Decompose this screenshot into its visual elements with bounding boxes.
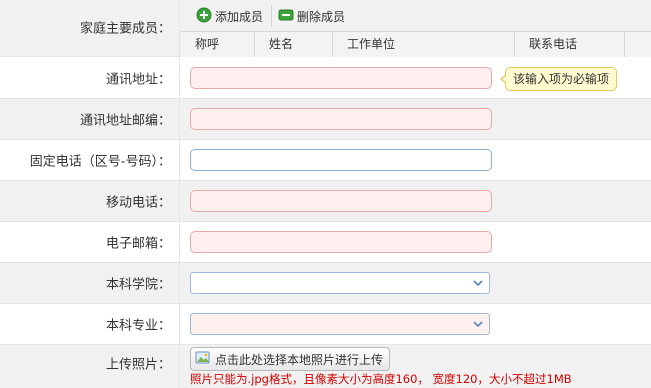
mobile-label-cell: 移动电话： <box>0 181 180 221</box>
mobile-label: 移动电话： <box>105 195 171 211</box>
postcode-input[interactable] <box>190 108 492 130</box>
address-input[interactable] <box>190 67 492 89</box>
family-members-label: 家庭主要成员： <box>79 21 171 37</box>
major-row: 本科专业： <box>0 304 651 345</box>
column-header: 称呼 <box>181 32 255 57</box>
address-label-cell: 通讯地址： <box>0 57 180 98</box>
add-member-button[interactable]: 添加成员 <box>196 7 263 25</box>
email-label: 电子邮箱： <box>105 236 171 252</box>
college-label: 本科学院： <box>105 277 171 293</box>
college-row: 本科学院： <box>0 263 651 304</box>
phone-label-cell: 固定电话（区号-号码）： <box>0 140 180 180</box>
tooltip-text: 该输入项为必输项 <box>513 72 610 86</box>
phone-input[interactable] <box>190 149 492 171</box>
delete-member-button[interactable]: 删除成员 <box>278 7 345 25</box>
email-label-cell: 电子邮箱： <box>0 222 180 262</box>
address-label: 通讯地址： <box>105 72 171 87</box>
upload-photo-button[interactable]: 点击此处选择本地照片进行上传 <box>190 347 391 371</box>
postcode-label-cell: 通讯地址邮编： <box>0 99 180 139</box>
photo-label-cell: 上传照片： <box>0 345 180 388</box>
photo-label: 上传照片： <box>105 357 171 373</box>
phone-row: 固定电话（区号-号码）： <box>0 140 651 181</box>
column-header: 姓名 <box>255 32 333 57</box>
college-label-cell: 本科学院： <box>0 263 180 303</box>
major-label-cell: 本科专业： <box>0 304 180 344</box>
email-row: 电子邮箱： <box>0 222 651 263</box>
family-table-header: 称呼 姓名 工作单位 联系电话 <box>181 31 651 57</box>
chevron-down-icon[interactable] <box>470 316 486 332</box>
phone-label: 固定电话（区号-号码）： <box>29 154 171 170</box>
add-icon <box>196 7 212 26</box>
upload-photo-label: 点击此处选择本地照片进行上传 <box>215 352 384 367</box>
image-upload-icon <box>195 350 211 369</box>
chevron-down-icon[interactable] <box>470 275 486 291</box>
mobile-input[interactable] <box>190 190 492 212</box>
postcode-label: 通讯地址邮编： <box>79 113 171 129</box>
major-select[interactable] <box>190 313 490 335</box>
postcode-row: 通讯地址邮编： <box>0 99 651 140</box>
tooltip-arrow-inner <box>502 75 507 83</box>
email-input[interactable] <box>190 231 492 253</box>
delete-icon <box>278 7 294 26</box>
family-members-label-cell: 家庭主要成员： <box>0 0 180 56</box>
major-label: 本科专业： <box>105 318 171 334</box>
college-select[interactable] <box>190 272 490 294</box>
delete-member-label: 删除成员 <box>297 9 346 24</box>
family-members-row: 家庭主要成员： 添加成员 删除成员 称呼 姓名 工作单位 联系电话 <box>0 0 651 57</box>
photo-requirement-hint: 照片只能为.jpg格式，且像素大小为高度160， 宽度120，大小不超过1MB <box>190 372 572 386</box>
toolbar-separator <box>271 5 272 27</box>
mobile-row: 移动电话： <box>0 181 651 222</box>
column-header: 工作单位 <box>333 32 515 57</box>
column-header: 联系电话 <box>515 32 625 57</box>
required-tooltip: 该输入项为必输项 <box>500 67 618 91</box>
add-member-label: 添加成员 <box>215 9 264 24</box>
